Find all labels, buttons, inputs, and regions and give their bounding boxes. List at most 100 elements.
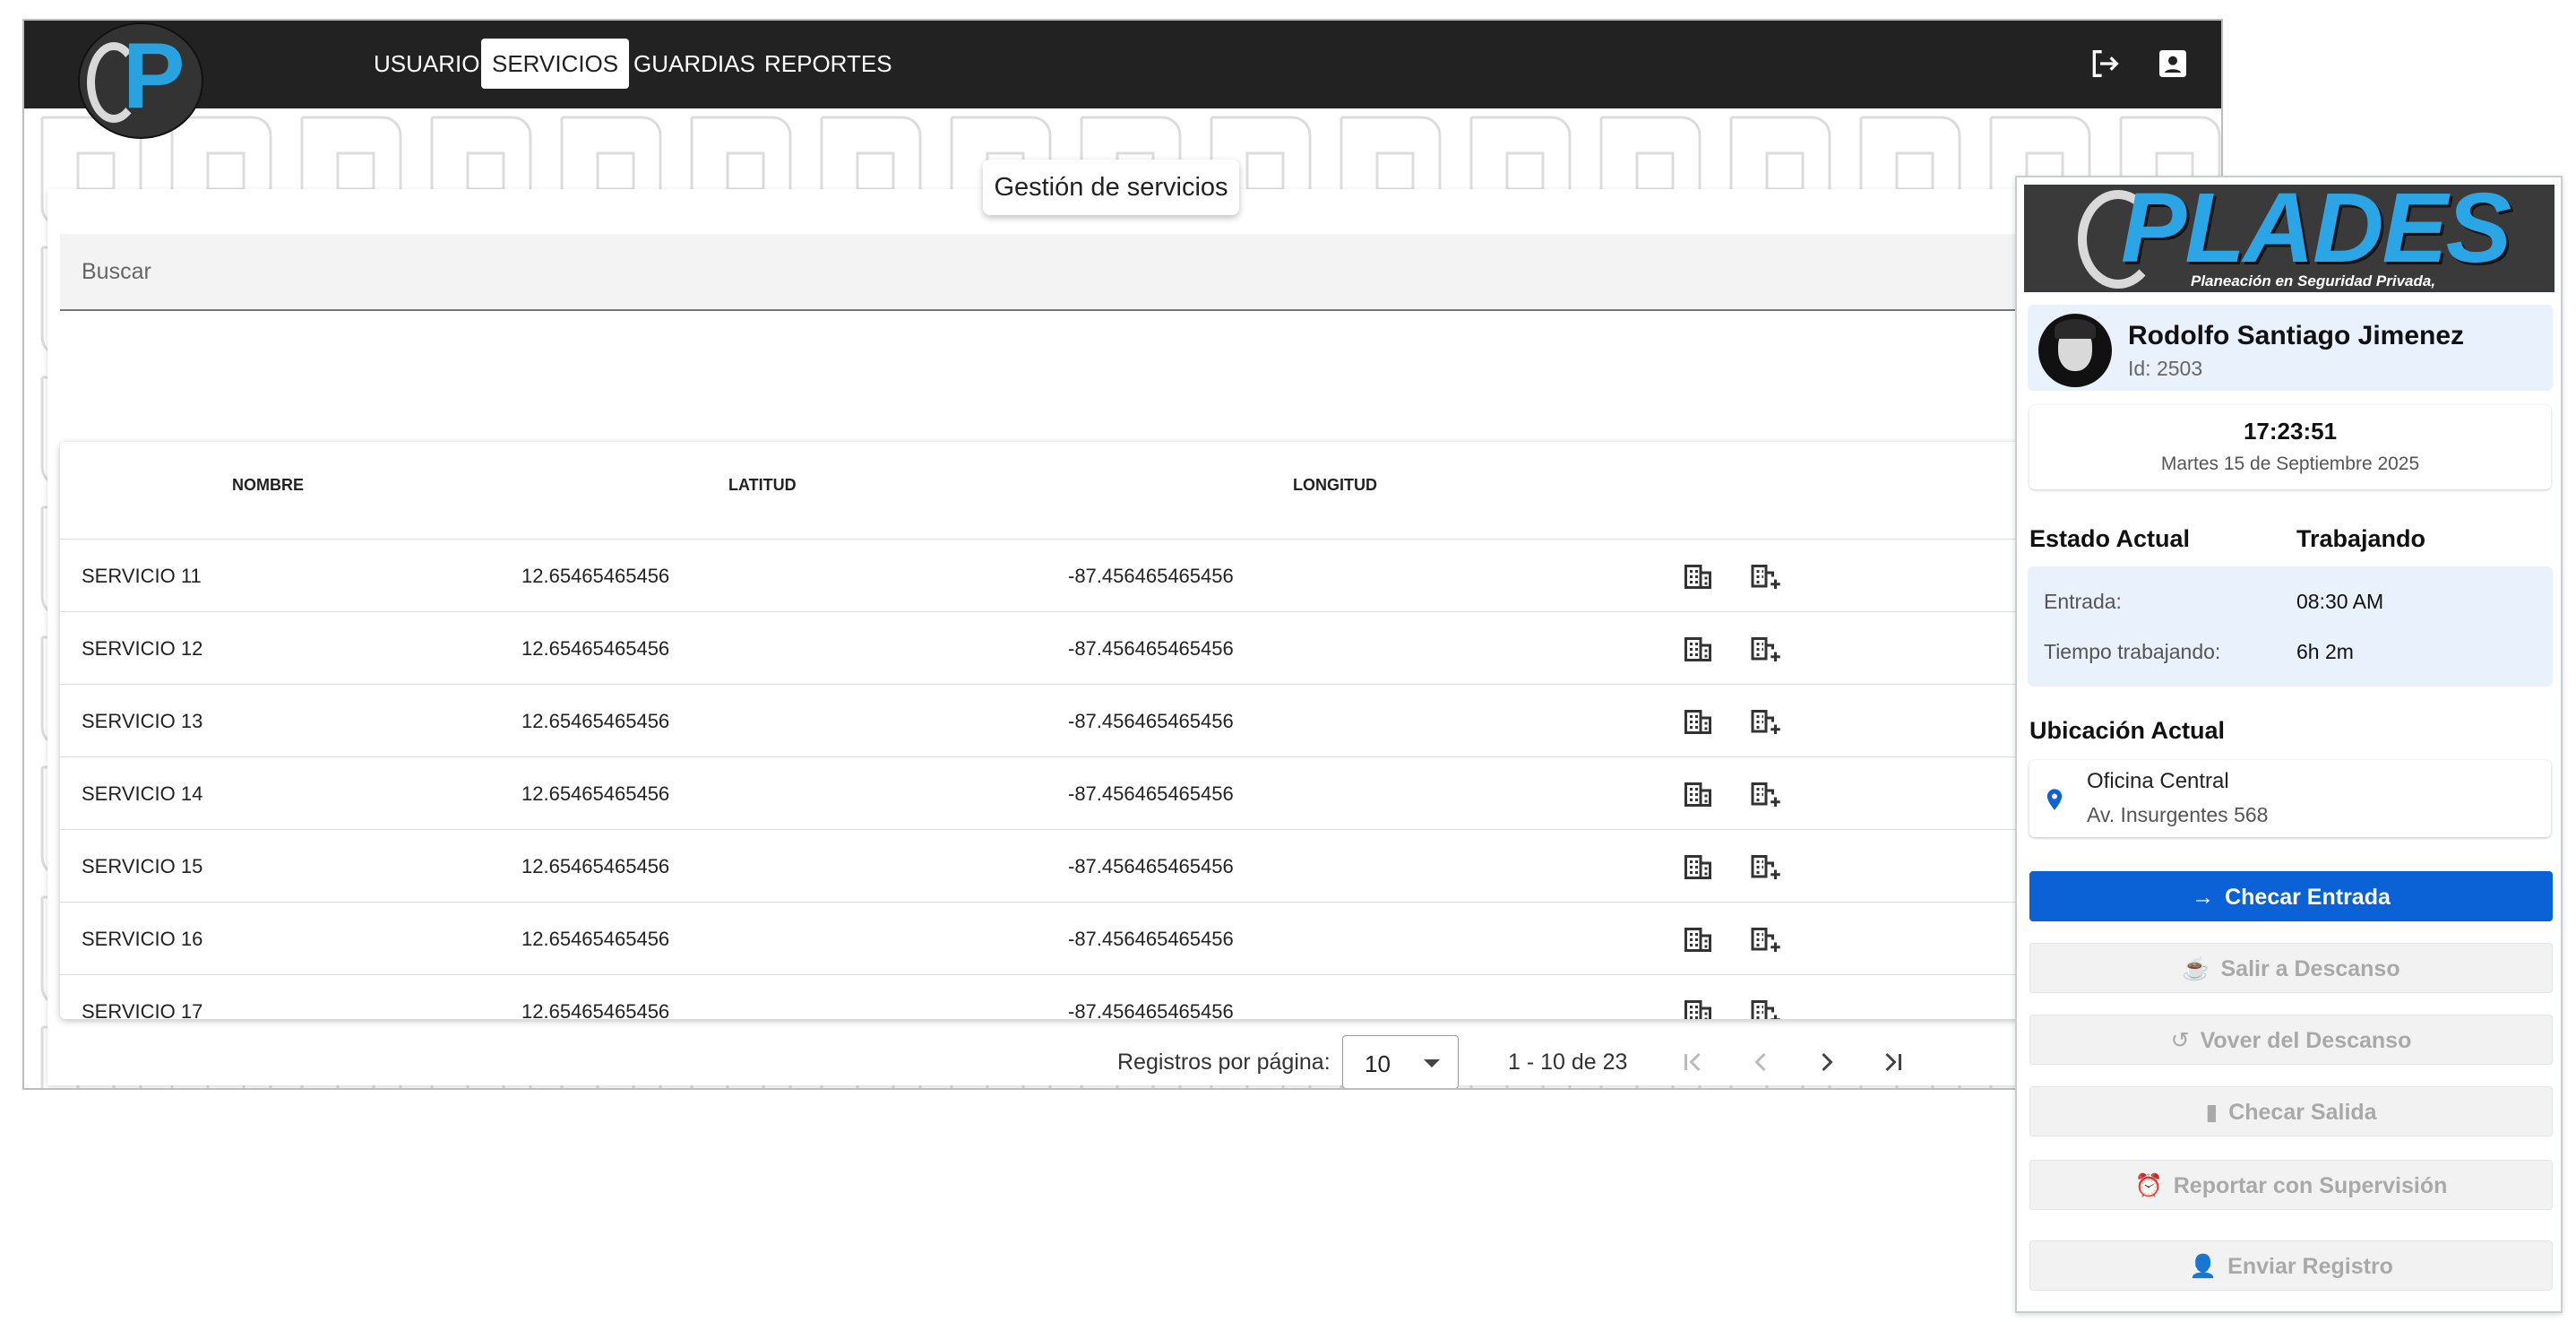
user-profile: Rodolfo Santiago Jimenez Id: 2503 xyxy=(2028,305,2553,391)
logo-letter: P xyxy=(123,24,185,128)
add-building-icon[interactable] xyxy=(1750,632,1782,664)
logout-icon[interactable] xyxy=(2087,46,2123,82)
cell-longitud: -87.456465465456 xyxy=(1068,710,1234,732)
search-input[interactable] xyxy=(60,234,2175,309)
reportar-supervision-label: Reportar con Supervisión xyxy=(2173,1173,2448,1198)
tiempo-label: Tiempo trabajando: xyxy=(2044,640,2221,663)
paginator: Registros por página: 10 1 - 10 de 23 xyxy=(1117,1033,2013,1088)
user-name: Rodolfo Santiago Jimenez xyxy=(2128,321,2465,350)
building-icon[interactable] xyxy=(1682,559,1714,592)
cell-nombre: SERVICIO 12 xyxy=(82,637,203,660)
page-size-label: Registros por página: xyxy=(1117,1050,1331,1075)
status-value: Trabajando xyxy=(2296,525,2426,552)
app-logo[interactable]: P xyxy=(78,22,203,139)
page-size-select[interactable]: 10 xyxy=(1342,1035,1459,1088)
page-range: 1 - 10 de 23 xyxy=(1508,1050,1628,1075)
cell-longitud: -87.456465465456 xyxy=(1068,855,1234,877)
reportar-supervision-button[interactable]: ⏰ Reportar con Supervisión xyxy=(2029,1160,2553,1210)
cell-latitud: 12.65465465456 xyxy=(521,565,670,587)
checar-salida-label: Checar Salida xyxy=(2228,1100,2377,1125)
nav-guardias[interactable]: GUARDIAS xyxy=(623,39,766,89)
page-size-value: 10 xyxy=(1365,1050,1391,1077)
status-title: Estado Actual xyxy=(2029,525,2191,552)
previous-page-icon[interactable] xyxy=(1745,1046,1777,1078)
arrow-right-icon: → xyxy=(2192,885,2215,910)
location-card: Oficina Central Av. Insurgentes 568 xyxy=(2029,760,2551,837)
page-title: Gestión de servicios xyxy=(983,160,1239,215)
building-icon[interactable] xyxy=(1682,632,1714,664)
column-header-nombre[interactable]: NOMBRE xyxy=(232,476,304,495)
add-building-icon[interactable] xyxy=(1750,559,1782,592)
tiempo-value: 6h 2m xyxy=(2296,640,2354,663)
user-add-icon: 👤 xyxy=(2189,1254,2218,1279)
table-row: SERVICIO 14 12.65465465456 -87.45646546545… xyxy=(60,757,2175,830)
attendance-panel: PLADES Planeación en Seguridad Privada, … xyxy=(2015,176,2563,1313)
add-building-icon[interactable] xyxy=(1750,777,1782,809)
table-row: SERVICIO 11 12.65465465456 -87.45646546545… xyxy=(60,540,2175,612)
table-row: SERVICIO 17 12.65465465456 -87.45646546545… xyxy=(60,975,2175,1019)
brand-name: PLADES xyxy=(2121,185,2511,283)
coffee-icon: ☕ xyxy=(2182,956,2210,981)
current-date: Martes 15 de Septiembre 2025 xyxy=(2160,454,2420,474)
table-row: SERVICIO 13 12.65465465456 -87.45646546545… xyxy=(60,685,2175,757)
building-icon[interactable] xyxy=(1682,704,1714,737)
column-header-longitud[interactable]: LONGITUD xyxy=(1293,476,1377,495)
salir-descanso-label: Salir a Descanso xyxy=(2220,956,2400,981)
cell-latitud: 12.65465465456 xyxy=(521,1000,670,1019)
cell-nombre: SERVICIO 17 xyxy=(82,1000,203,1019)
account-box-icon[interactable] xyxy=(2155,46,2191,82)
brand-tagline: Planeación en Seguridad Privada, xyxy=(2191,272,2436,289)
navbar: P USUARIOS SERVICIOS GUARDIAS REPORTES xyxy=(24,21,2221,139)
checar-entrada-button[interactable]: → Checar Entrada xyxy=(2029,871,2553,921)
cell-longitud: -87.456465465456 xyxy=(1068,928,1234,950)
cell-latitud: 12.65465465456 xyxy=(521,710,670,732)
entrada-value: 08:30 AM xyxy=(2296,590,2384,613)
alarm-icon: ⏰ xyxy=(2134,1173,2163,1198)
cell-latitud: 12.65465465456 xyxy=(521,782,670,805)
add-building-icon[interactable] xyxy=(1750,704,1782,737)
cell-nombre: SERVICIO 13 xyxy=(82,710,203,732)
current-time: 17:23:51 xyxy=(2243,418,2338,445)
add-building-icon[interactable] xyxy=(1750,850,1782,882)
cell-longitud: -87.456465465456 xyxy=(1068,1000,1234,1019)
avatar xyxy=(2038,314,2112,387)
last-page-icon[interactable] xyxy=(1877,1046,1909,1078)
undo-icon: ↺ xyxy=(2170,1028,2190,1053)
building-icon[interactable] xyxy=(1682,995,1714,1019)
entrada-label: Entrada: xyxy=(2044,590,2122,613)
first-page-icon[interactable] xyxy=(1676,1046,1709,1078)
enviar-registro-label: Enviar Registro xyxy=(2227,1254,2393,1279)
location-address: Av. Insurgentes 568 xyxy=(2087,803,2269,826)
table-row: SERVICIO 15 12.65465465456 -87.45646546545… xyxy=(60,830,2175,903)
add-building-icon[interactable] xyxy=(1750,995,1782,1019)
status-details: Entrada: 08:30 AM Tiempo trabajando: 6h … xyxy=(2028,566,2553,687)
clock-card: 17:23:51 Martes 15 de Septiembre 2025 xyxy=(2029,405,2551,489)
building-icon[interactable] xyxy=(1682,850,1714,882)
volver-descanso-button[interactable]: ↺ Vover del Descanso xyxy=(2029,1015,2553,1065)
cell-latitud: 12.65465465456 xyxy=(521,928,670,950)
cell-nombre: SERVICIO 15 xyxy=(82,855,203,877)
dropdown-caret-icon xyxy=(1424,1059,1440,1067)
salir-descanso-button[interactable]: ☕ Salir a Descanso xyxy=(2029,943,2553,993)
next-page-icon[interactable] xyxy=(1811,1046,1843,1078)
enviar-registro-button[interactable]: 👤 Enviar Registro xyxy=(2029,1240,2553,1291)
services-table: NOMBRE LATITUD LONGITUD SERVICIO 11 12.65… xyxy=(60,442,2175,1019)
checar-salida-button[interactable]: ▮ Checar Salida xyxy=(2029,1086,2553,1136)
table-row: SERVICIO 12 12.65465465456 -87.45646546545… xyxy=(60,612,2175,685)
table-row: SERVICIO 16 12.65465465456 -87.45646546545… xyxy=(60,903,2175,975)
cell-nombre: SERVICIO 14 xyxy=(82,782,203,805)
nav-reportes[interactable]: REPORTES xyxy=(754,39,903,89)
main-window: P USUARIOS SERVICIOS GUARDIAS REPORTES G… xyxy=(22,19,2223,1090)
user-id: Id: 2503 xyxy=(2128,357,2203,380)
column-header-latitud[interactable]: LATITUD xyxy=(728,476,797,495)
cell-nombre: SERVICIO 16 xyxy=(82,928,203,950)
building-icon[interactable] xyxy=(1682,777,1714,809)
search-field[interactable] xyxy=(60,234,2175,311)
location-title: Ubicación Actual xyxy=(2029,717,2226,744)
nav-servicios[interactable]: SERVICIOS xyxy=(481,39,630,89)
checar-entrada-label: Checar Entrada xyxy=(2225,885,2391,910)
add-building-icon[interactable] xyxy=(1750,922,1782,955)
cell-nombre: SERVICIO 11 xyxy=(82,565,202,587)
building-icon[interactable] xyxy=(1682,922,1714,955)
cell-latitud: 12.65465465456 xyxy=(521,637,670,660)
